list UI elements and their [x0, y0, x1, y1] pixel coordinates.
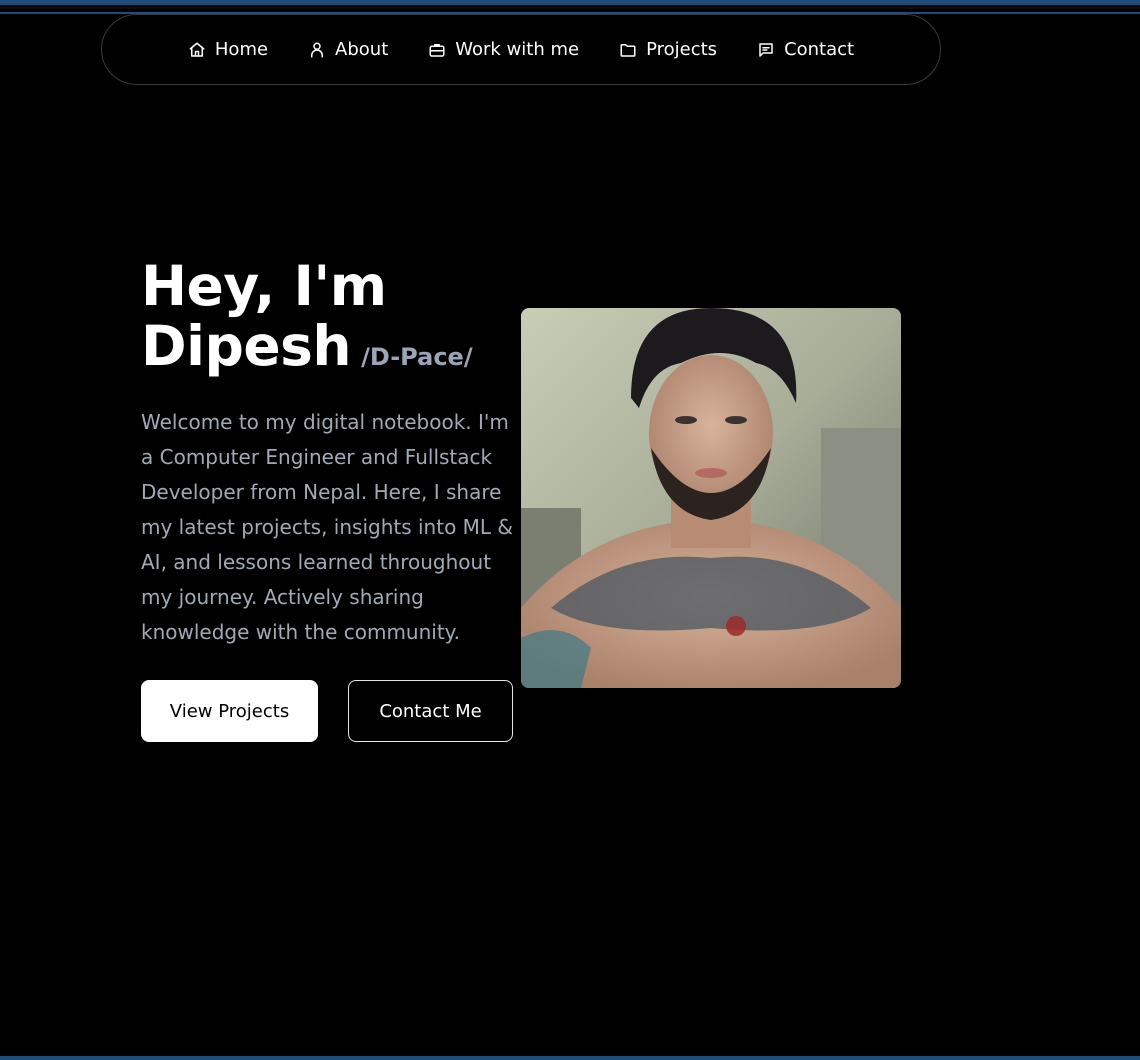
nav-home-label: Home [214, 39, 269, 60]
user-icon [308, 41, 326, 59]
home-icon [188, 41, 206, 59]
nav-projects-label: Projects [646, 39, 718, 60]
hero-title-name: Dipesh [141, 314, 352, 378]
message-icon [757, 41, 775, 59]
window-top-strip [0, 0, 1140, 14]
contact-me-button[interactable]: Contact Me [348, 680, 513, 742]
folder-icon [619, 41, 637, 59]
briefcase-icon [428, 41, 446, 59]
nav-work-with-me[interactable]: Work with me [408, 39, 599, 60]
nav-contact[interactable]: Contact [737, 39, 874, 60]
nav-home[interactable]: Home [168, 39, 288, 60]
pronunciation: /D-Pace/ [361, 343, 473, 371]
hero-title-line1: Hey, I'm [141, 254, 387, 318]
nav-work-with-me-label: Work with me [455, 39, 580, 60]
nav-contact-label: Contact [784, 39, 855, 60]
hero-title: Hey, I'm Dipesh/D-Pace/ [141, 256, 521, 387]
navbar: Home About Work with me Projects Contact [101, 14, 941, 85]
profile-photo [521, 308, 901, 688]
window-bottom-strip [0, 1056, 1140, 1060]
nav-about[interactable]: About [288, 39, 408, 60]
hero-description: Welcome to my digital notebook. I'm a Co… [141, 410, 514, 644]
view-projects-button[interactable]: View Projects [141, 680, 318, 742]
nav-projects[interactable]: Projects [599, 39, 737, 60]
nav-about-label: About [335, 39, 389, 60]
